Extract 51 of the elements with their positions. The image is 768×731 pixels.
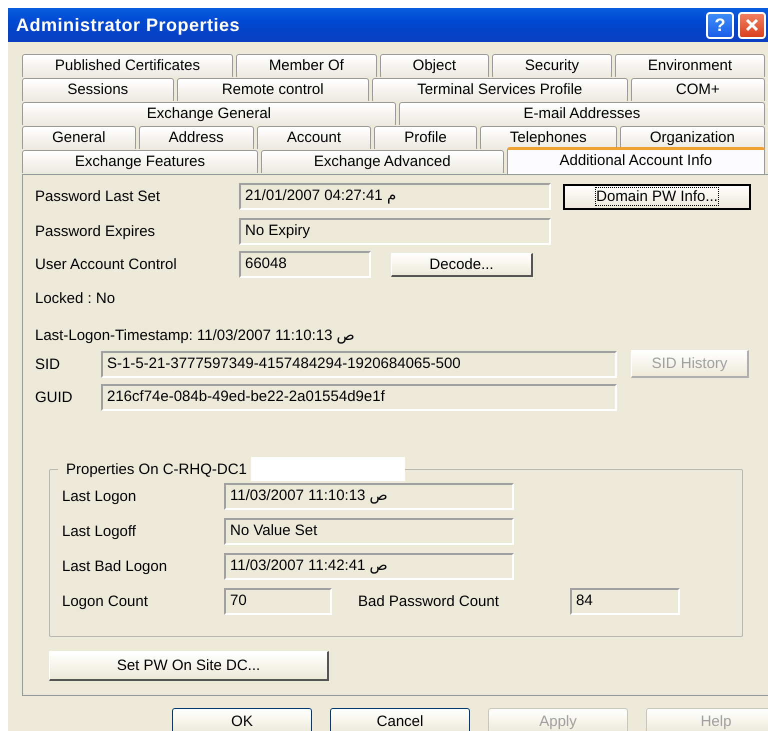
tab[interactable]: Terminal Services Profile xyxy=(372,78,628,101)
tab[interactable]: E-mail Addresses xyxy=(398,102,765,125)
tab[interactable]: Organization xyxy=(620,126,765,149)
field-label: Password Last Set xyxy=(34,188,162,205)
button[interactable]: Decode... xyxy=(391,252,533,276)
text-field[interactable]: 21/01/2007 04:27:41 م xyxy=(239,183,551,210)
field-label: Password Expires xyxy=(34,223,156,240)
text-field[interactable]: 66048 xyxy=(239,251,371,278)
close-button[interactable] xyxy=(738,12,766,38)
help-button[interactable]: ? xyxy=(706,12,734,38)
text-field[interactable]: 11/03/2007 11:42:41 ص xyxy=(224,553,514,580)
tab[interactable]: Additional Account Info xyxy=(506,147,765,175)
tab[interactable]: Environment xyxy=(614,54,765,77)
tab[interactable]: COM+ xyxy=(630,78,765,101)
tab[interactable]: General xyxy=(22,126,136,149)
field-label: GUID xyxy=(34,389,74,406)
group-title: Properties On C-RHQ-DC1 xyxy=(65,460,248,478)
timestamp-text: Last-Logon-Timestamp: 11/03/2007 11:10:13 ص xyxy=(34,326,356,346)
window-title: Administrator Properties xyxy=(15,14,240,36)
tab[interactable]: Exchange Advanced xyxy=(260,150,504,173)
tab[interactable]: Published Certificates xyxy=(22,54,233,77)
text-field[interactable]: No Value Set xyxy=(224,518,514,545)
button[interactable]: OK xyxy=(172,708,312,731)
text-field[interactable]: S-1-5-21-3777597349-4157484294-1920684065-500 xyxy=(101,350,617,378)
text-field[interactable]: 84 xyxy=(570,588,680,615)
text-field[interactable]: 70 xyxy=(224,588,332,615)
tab[interactable]: Object xyxy=(380,54,489,77)
field-label: Last Logon xyxy=(61,488,138,505)
field-label: User Account Control xyxy=(34,256,178,273)
tab[interactable]: Remote control xyxy=(176,78,369,101)
field-label: Bad Password Count xyxy=(358,593,500,610)
button[interactable]: Cancel xyxy=(330,708,470,731)
text-field[interactable]: No Expiry xyxy=(239,218,551,245)
tab[interactable]: Sessions xyxy=(22,78,174,101)
text-field[interactable]: 216cf74e-084b-49ed-be22-2a01554d9e1f xyxy=(101,384,617,411)
tab[interactable]: Account xyxy=(256,126,372,149)
field-label: SID xyxy=(34,356,62,372)
tab[interactable]: Security xyxy=(492,54,612,77)
status-text: Locked : No xyxy=(34,290,116,309)
tab[interactable]: Member Of xyxy=(236,54,377,77)
tab[interactable]: Address xyxy=(138,126,254,149)
field-label: Logon Count xyxy=(61,593,149,610)
button[interactable]: Domain PW Info... xyxy=(563,184,751,210)
button[interactable]: Set PW On Site DC... xyxy=(49,651,329,681)
tab[interactable]: Telephones xyxy=(480,126,617,149)
field-label: Last Bad Logon xyxy=(61,558,168,575)
text-field[interactable]: 11/03/2007 11:10:13 ص xyxy=(224,483,514,510)
field-label: Last Logoff xyxy=(61,523,137,540)
tab[interactable]: Profile xyxy=(374,126,477,149)
tab[interactable]: Exchange General xyxy=(22,102,396,125)
tab[interactable]: Exchange Features xyxy=(22,150,258,173)
